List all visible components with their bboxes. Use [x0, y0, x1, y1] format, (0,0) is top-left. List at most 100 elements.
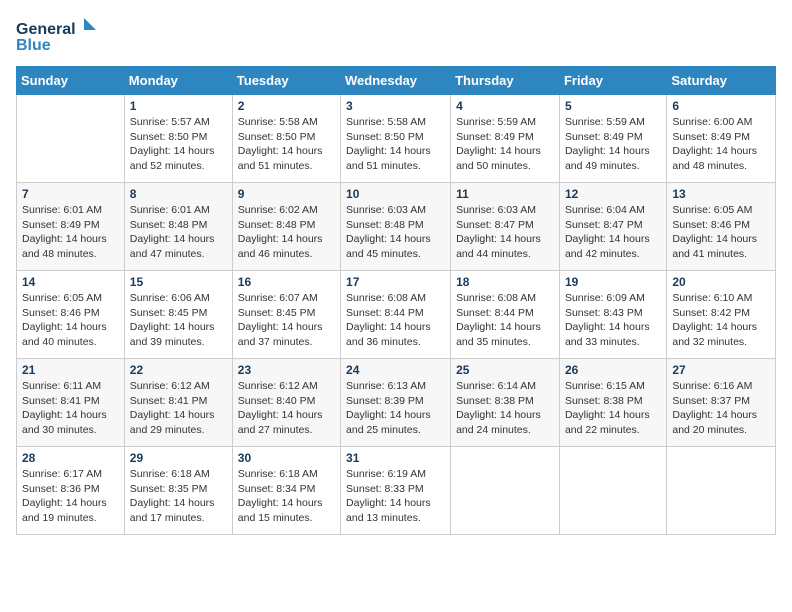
day-info: Sunrise: 6:18 AM Sunset: 8:34 PM Dayligh… [238, 467, 335, 526]
day-info: Sunrise: 6:01 AM Sunset: 8:49 PM Dayligh… [22, 203, 119, 262]
day-number: 21 [22, 363, 119, 377]
day-number: 8 [130, 187, 227, 201]
day-info: Sunrise: 5:58 AM Sunset: 8:50 PM Dayligh… [238, 115, 335, 174]
day-info: Sunrise: 6:08 AM Sunset: 8:44 PM Dayligh… [346, 291, 445, 350]
day-number: 9 [238, 187, 335, 201]
column-header-friday: Friday [559, 67, 666, 95]
day-info: Sunrise: 6:00 AM Sunset: 8:49 PM Dayligh… [672, 115, 770, 174]
day-cell: 9 Sunrise: 6:02 AM Sunset: 8:48 PM Daylig… [232, 183, 340, 271]
day-info: Sunrise: 5:59 AM Sunset: 8:49 PM Dayligh… [456, 115, 554, 174]
day-number: 12 [565, 187, 661, 201]
day-cell: 16 Sunrise: 6:07 AM Sunset: 8:45 PM Dayli… [232, 271, 340, 359]
day-number: 13 [672, 187, 770, 201]
day-number: 1 [130, 99, 227, 113]
day-info: Sunrise: 6:05 AM Sunset: 8:46 PM Dayligh… [22, 291, 119, 350]
day-number: 18 [456, 275, 554, 289]
day-info: Sunrise: 6:03 AM Sunset: 8:47 PM Dayligh… [456, 203, 554, 262]
day-cell: 21 Sunrise: 6:11 AM Sunset: 8:41 PM Dayli… [17, 359, 125, 447]
day-number: 3 [346, 99, 445, 113]
day-info: Sunrise: 5:58 AM Sunset: 8:50 PM Dayligh… [346, 115, 445, 174]
day-cell: 17 Sunrise: 6:08 AM Sunset: 8:44 PM Dayli… [341, 271, 451, 359]
day-info: Sunrise: 6:07 AM Sunset: 8:45 PM Dayligh… [238, 291, 335, 350]
day-number: 11 [456, 187, 554, 201]
day-cell: 12Sunrise: 6:04 AM Sunset: 8:47 PM Dayli… [559, 183, 666, 271]
day-info: Sunrise: 6:13 AM Sunset: 8:39 PM Dayligh… [346, 379, 445, 438]
day-number: 15 [130, 275, 227, 289]
svg-text:Blue: Blue [16, 37, 51, 54]
calendar-table: SundayMondayTuesdayWednesdayThursdayFrid… [16, 66, 776, 535]
day-cell: 26Sunrise: 6:15 AM Sunset: 8:38 PM Dayli… [559, 359, 666, 447]
week-row-2: 7 Sunrise: 6:01 AM Sunset: 8:49 PM Daylig… [17, 183, 776, 271]
column-header-saturday: Saturday [667, 67, 776, 95]
day-number: 19 [565, 275, 661, 289]
day-info: Sunrise: 6:03 AM Sunset: 8:48 PM Dayligh… [346, 203, 445, 262]
day-cell [451, 447, 560, 535]
day-cell: 18 Sunrise: 6:08 AM Sunset: 8:44 PM Dayli… [451, 271, 560, 359]
day-number: 30 [238, 451, 335, 465]
day-number: 6 [672, 99, 770, 113]
day-info: Sunrise: 6:09 AM Sunset: 8:43 PM Dayligh… [565, 291, 661, 350]
day-info: Sunrise: 6:08 AM Sunset: 8:44 PM Dayligh… [456, 291, 554, 350]
day-info: Sunrise: 6:12 AM Sunset: 8:41 PM Dayligh… [130, 379, 227, 438]
day-number: 2 [238, 99, 335, 113]
logo: General Blue [16, 16, 96, 58]
week-row-5: 28Sunrise: 6:17 AM Sunset: 8:36 PM Dayli… [17, 447, 776, 535]
day-info: Sunrise: 6:06 AM Sunset: 8:45 PM Dayligh… [130, 291, 227, 350]
day-info: Sunrise: 6:10 AM Sunset: 8:42 PM Dayligh… [672, 291, 770, 350]
day-number: 28 [22, 451, 119, 465]
day-number: 7 [22, 187, 119, 201]
day-cell: 7 Sunrise: 6:01 AM Sunset: 8:49 PM Daylig… [17, 183, 125, 271]
day-info: Sunrise: 6:18 AM Sunset: 8:35 PM Dayligh… [130, 467, 227, 526]
day-info: Sunrise: 6:15 AM Sunset: 8:38 PM Dayligh… [565, 379, 661, 438]
day-info: Sunrise: 5:57 AM Sunset: 8:50 PM Dayligh… [130, 115, 227, 174]
day-number: 25 [456, 363, 554, 377]
page-header: General Blue [16, 16, 776, 58]
day-info: Sunrise: 6:02 AM Sunset: 8:48 PM Dayligh… [238, 203, 335, 262]
day-cell [667, 447, 776, 535]
day-cell: 6 Sunrise: 6:00 AM Sunset: 8:49 PM Daylig… [667, 95, 776, 183]
day-number: 29 [130, 451, 227, 465]
column-header-wednesday: Wednesday [341, 67, 451, 95]
column-header-tuesday: Tuesday [232, 67, 340, 95]
svg-text:General: General [16, 21, 76, 38]
day-cell: 20 Sunrise: 6:10 AM Sunset: 8:42 PM Dayli… [667, 271, 776, 359]
day-cell: 27Sunrise: 6:16 AM Sunset: 8:37 PM Dayli… [667, 359, 776, 447]
day-cell: 28Sunrise: 6:17 AM Sunset: 8:36 PM Dayli… [17, 447, 125, 535]
day-number: 27 [672, 363, 770, 377]
day-cell: 11 Sunrise: 6:03 AM Sunset: 8:47 PM Dayli… [451, 183, 560, 271]
day-number: 20 [672, 275, 770, 289]
day-cell: 19 Sunrise: 6:09 AM Sunset: 8:43 PM Dayli… [559, 271, 666, 359]
column-header-monday: Monday [124, 67, 232, 95]
day-cell: 10 Sunrise: 6:03 AM Sunset: 8:48 PM Dayli… [341, 183, 451, 271]
calendar-header-row: SundayMondayTuesdayWednesdayThursdayFrid… [17, 67, 776, 95]
day-info: Sunrise: 6:01 AM Sunset: 8:48 PM Dayligh… [130, 203, 227, 262]
logo-svg: General Blue [16, 16, 96, 58]
day-cell: 4Sunrise: 5:59 AM Sunset: 8:49 PM Daylig… [451, 95, 560, 183]
day-info: Sunrise: 5:59 AM Sunset: 8:49 PM Dayligh… [565, 115, 661, 174]
day-number: 23 [238, 363, 335, 377]
day-number: 5 [565, 99, 661, 113]
day-number: 24 [346, 363, 445, 377]
day-cell: 2 Sunrise: 5:58 AM Sunset: 8:50 PM Daylig… [232, 95, 340, 183]
day-number: 17 [346, 275, 445, 289]
day-number: 10 [346, 187, 445, 201]
week-row-4: 21 Sunrise: 6:11 AM Sunset: 8:41 PM Dayli… [17, 359, 776, 447]
day-cell: 29 Sunrise: 6:18 AM Sunset: 8:35 PM Dayli… [124, 447, 232, 535]
day-cell: 24 Sunrise: 6:13 AM Sunset: 8:39 PM Dayli… [341, 359, 451, 447]
day-cell: 3 Sunrise: 5:58 AM Sunset: 8:50 PM Daylig… [341, 95, 451, 183]
day-number: 14 [22, 275, 119, 289]
day-cell: 13Sunrise: 6:05 AM Sunset: 8:46 PM Dayli… [667, 183, 776, 271]
day-number: 22 [130, 363, 227, 377]
day-cell: 14 Sunrise: 6:05 AM Sunset: 8:46 PM Dayli… [17, 271, 125, 359]
day-cell: 31Sunrise: 6:19 AM Sunset: 8:33 PM Dayli… [341, 447, 451, 535]
day-cell: 1 Sunrise: 5:57 AM Sunset: 8:50 PM Daylig… [124, 95, 232, 183]
day-cell: 8 Sunrise: 6:01 AM Sunset: 8:48 PM Daylig… [124, 183, 232, 271]
day-info: Sunrise: 6:19 AM Sunset: 8:33 PM Dayligh… [346, 467, 445, 526]
day-cell: 22 Sunrise: 6:12 AM Sunset: 8:41 PM Dayli… [124, 359, 232, 447]
column-header-sunday: Sunday [17, 67, 125, 95]
day-number: 16 [238, 275, 335, 289]
day-cell [17, 95, 125, 183]
day-info: Sunrise: 6:11 AM Sunset: 8:41 PM Dayligh… [22, 379, 119, 438]
day-cell: 23 Sunrise: 6:12 AM Sunset: 8:40 PM Dayli… [232, 359, 340, 447]
day-info: Sunrise: 6:12 AM Sunset: 8:40 PM Dayligh… [238, 379, 335, 438]
